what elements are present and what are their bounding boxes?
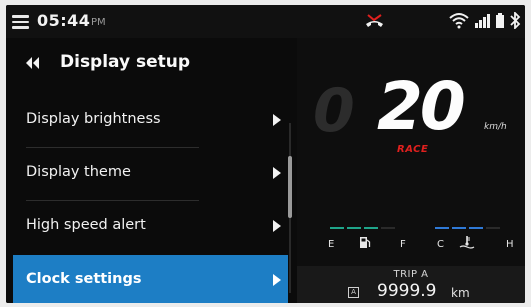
missed-call-icon [366, 14, 383, 27]
bluetooth-icon [510, 12, 521, 29]
back-row[interactable]: Display setup [6, 38, 297, 90]
temp-hot-label: H [506, 239, 514, 250]
wifi-icon [449, 13, 469, 29]
page-title: Display setup [60, 52, 191, 72]
fuel-bar-segment [381, 227, 395, 229]
clock-ampm: PM [91, 17, 106, 28]
ride-mode: RACE [397, 144, 429, 155]
display-panel: 05:44 PM Display setup Display brightnes… [6, 5, 525, 303]
chevron-right-icon [273, 114, 281, 126]
chevron-right-icon [273, 274, 281, 286]
status-bar: 05:44 PM [6, 5, 525, 38]
fuel-bar-segment [330, 227, 344, 229]
fuel-bar-segment [364, 227, 378, 229]
back-icon[interactable] [24, 55, 40, 71]
chevron-right-icon [273, 220, 281, 232]
menu-item-label: Display theme [26, 164, 131, 180]
trip-badge: A [348, 287, 359, 298]
signal-icon [475, 14, 490, 28]
settings-menu: Display setup Display brightness Display… [6, 38, 297, 303]
fuel-icon [360, 237, 371, 248]
menu-icon[interactable] [12, 15, 29, 29]
menu-item-label: Clock settings [26, 271, 142, 287]
temp-bar-segment [469, 227, 483, 229]
speed-unit: km/h [484, 122, 507, 132]
menu-item-display-brightness[interactable]: Display brightness [13, 95, 288, 147]
fuel-empty-label: E [328, 239, 335, 250]
trip-value: 9999.9 [377, 281, 437, 301]
clock-time: 05:44 [37, 11, 91, 30]
fuel-full-label: F [400, 239, 406, 250]
scrollbar-thumb[interactable] [288, 156, 292, 218]
battery-icon [496, 13, 504, 28]
chevron-right-icon [273, 167, 281, 179]
fuel-bar-segment [347, 227, 361, 229]
menu-item-clock-settings[interactable]: Clock settings [13, 255, 288, 303]
trip-unit: km [451, 286, 470, 300]
trip-label: TRIP A [393, 269, 429, 280]
device-screen: 05:44 PM Display setup Display brightnes… [0, 0, 531, 307]
trip-meter[interactable]: TRIP A A 9999.9 km [297, 266, 525, 303]
ride-dashboard: 0 20 km/h RACE E F C H TRIP A A 9999.9 k… [297, 38, 525, 303]
temp-bar-segment [452, 227, 466, 229]
speed-ghost-digit: 0 [313, 76, 355, 146]
menu-item-label: Display brightness [26, 111, 161, 127]
menu-item-high-speed-alert[interactable]: High speed alert [13, 201, 288, 253]
temp-bar-segment [435, 227, 449, 229]
speed-value: 20 [377, 68, 466, 145]
menu-item-label: High speed alert [26, 217, 146, 233]
temp-bar-segment [486, 227, 500, 229]
coolant-icon [459, 236, 475, 249]
menu-item-display-theme[interactable]: Display theme [13, 148, 288, 200]
temp-cold-label: C [437, 239, 444, 250]
